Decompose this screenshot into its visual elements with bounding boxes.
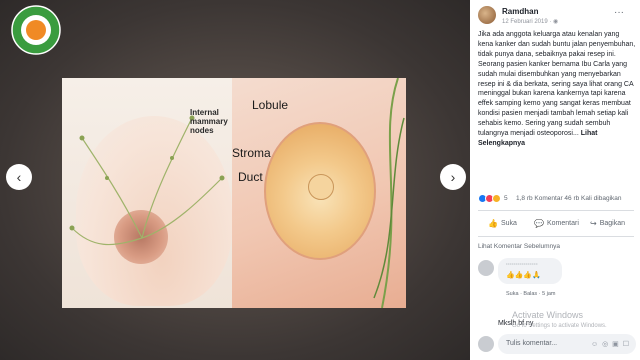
internal-nodes-label: Internal mammary nodes — [190, 108, 228, 135]
tissue-vessels — [373, 78, 405, 308]
post-header: Ramdhan 12 Februari 2019 · ◉ ··· — [478, 6, 634, 30]
comment-meta[interactable]: Suka · Balas · 5 jam — [506, 291, 556, 297]
comment-button[interactable]: 💬 Komentari — [534, 219, 579, 228]
post-date[interactable]: 12 Februari 2019 · ◉ — [502, 18, 558, 25]
post-actions: 👍 Suka 💬 Komentari ↪ Bagikan — [478, 218, 634, 232]
activate-windows-subtext: Go to Settings to activate Windows. — [512, 323, 607, 329]
previous-photo-button[interactable]: ‹ — [6, 164, 32, 190]
share-button[interactable]: ↪ Bagikan — [590, 219, 625, 228]
write-comment-row: Tulis komentar... ☺ ◎ ▣ ☐ — [478, 334, 636, 354]
chevron-left-icon: ‹ — [16, 169, 22, 185]
activate-windows-watermark: Activate Windows — [512, 310, 584, 320]
post-body: Jika ada anggota keluarga atau kenalan y… — [478, 31, 636, 147]
commenter-avatar[interactable] — [478, 260, 494, 276]
reaction-count[interactable]: 5 — [504, 195, 508, 202]
ifcn-signatory-logo — [11, 5, 61, 55]
comment-bubble: ················ 👍👍👍🙏 — [498, 258, 562, 284]
stroma-label: Stroma — [232, 146, 271, 160]
lobule-label: Lobule — [252, 98, 289, 112]
comments-shares-count[interactable]: 1,8 rb Komentar 46 rb Kali dibagikan — [516, 195, 622, 202]
comment-input[interactable]: Tulis komentar... ☺ ◎ ▣ ☐ — [498, 334, 636, 354]
divider-bottom — [478, 236, 634, 237]
photo-viewer: Internal mammary nodes Lobule Stroma Duc… — [0, 0, 470, 360]
duct-label: Duct — [238, 170, 263, 184]
tissue-center — [308, 174, 334, 200]
author-name[interactable]: Ramdhan — [502, 7, 538, 16]
next-photo-button[interactable]: › — [440, 164, 466, 190]
author-avatar[interactable] — [478, 6, 496, 24]
like-button[interactable]: 👍 Suka — [488, 219, 517, 228]
comment-input-icons[interactable]: ☺ ◎ ▣ ☐ — [591, 340, 630, 348]
globe-icon: ◉ — [553, 19, 559, 25]
comment-text: 👍👍👍🙏 — [506, 272, 541, 279]
wow-reaction-icon — [492, 194, 501, 203]
share-icon: ↪ — [590, 219, 597, 228]
photo-tissue-diagram — [232, 78, 406, 308]
post-stats: 5 1,8 rb Komentar 46 rb Kali dibagikan — [478, 194, 636, 206]
view-previous-comments-link[interactable]: Lihat Komentar Sebelumnya — [478, 243, 560, 250]
commenter-name[interactable]: ················ — [506, 262, 538, 268]
chevron-right-icon: › — [450, 169, 456, 185]
reaction-icons[interactable] — [478, 194, 501, 203]
more-options-icon[interactable]: ··· — [614, 7, 624, 18]
post-side-panel: Ramdhan 12 Februari 2019 · ◉ ··· Jika ad… — [470, 0, 640, 360]
divider-top — [478, 210, 634, 211]
current-user-avatar — [478, 336, 494, 352]
photo-viewer-page: Internal mammary nodes Lobule Stroma Duc… — [0, 0, 640, 360]
post-photo[interactable]: Internal mammary nodes Lobule Stroma Duc… — [62, 78, 406, 308]
comment-item: ················ 👍👍👍🙏 Suka · Balas · 5 j… — [478, 258, 636, 302]
photo-breast-diagram: Internal mammary nodes — [62, 78, 232, 308]
thumbs-up-icon: 👍 — [488, 219, 498, 228]
comment-icon: 💬 — [534, 219, 544, 228]
